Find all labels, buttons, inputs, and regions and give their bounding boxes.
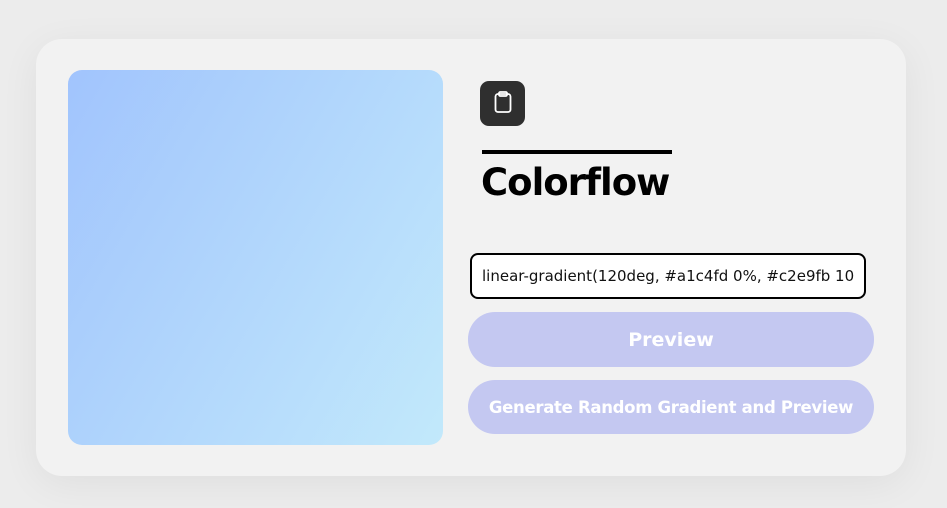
- clipboard-icon: [492, 90, 514, 118]
- gradient-css-input[interactable]: [470, 253, 866, 299]
- copy-to-clipboard-button[interactable]: [480, 81, 525, 126]
- gradient-preview-box: [68, 70, 443, 445]
- title-divider: [482, 150, 672, 154]
- main-card: Colorflow Preview Generate Random Gradie…: [36, 39, 906, 476]
- page-title: Colorflow: [481, 161, 670, 204]
- preview-button[interactable]: Preview: [468, 312, 874, 367]
- generate-random-gradient-button[interactable]: Generate Random Gradient and Preview: [468, 380, 874, 434]
